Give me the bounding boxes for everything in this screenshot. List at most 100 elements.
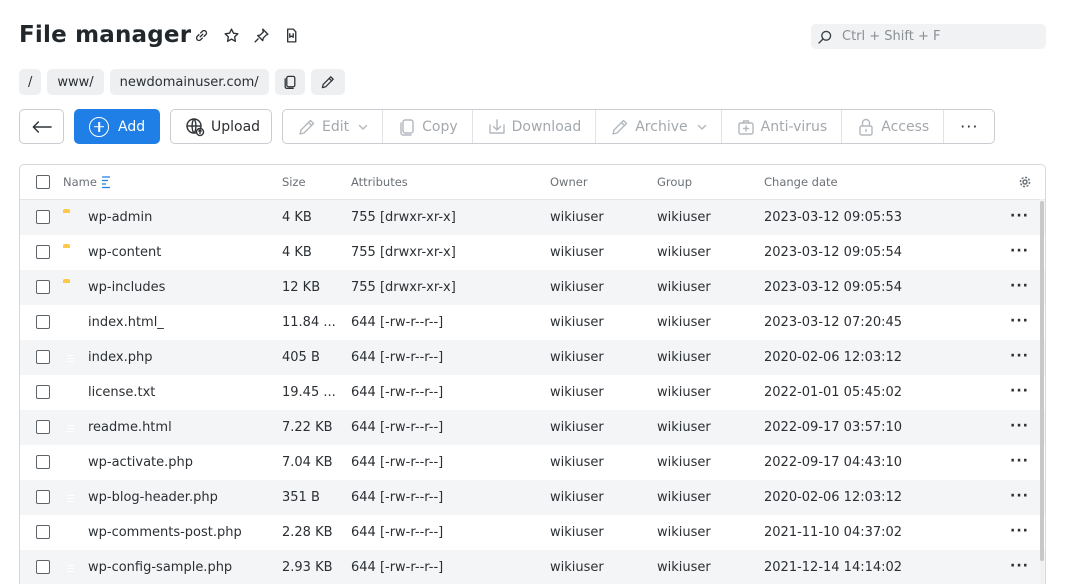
file-name[interactable]: wp-blog-header.php [88,490,218,505]
file-icon [63,561,79,575]
file-attributes[interactable]: 644 [-rw-r--r--] [351,455,443,470]
search-input[interactable] [842,29,1032,44]
row-checkbox[interactable] [36,245,50,259]
upload-button[interactable]: Upload [170,109,272,144]
back-button[interactable] [19,109,64,144]
table-row[interactable]: wp-config-sample.php 2.93 KB 644 [-rw-r--r… [20,550,1045,584]
file-name[interactable]: wp-content [88,245,161,260]
column-header-date[interactable]: Change date [764,175,838,189]
edit-button[interactable]: Edit [283,110,384,143]
row-checkbox[interactable] [36,315,50,329]
row-menu-button[interactable]: ··· [1010,454,1029,468]
row-menu-button[interactable]: ··· [1010,244,1029,258]
file-group: wikiuser [657,420,711,435]
file-attributes[interactable]: 644 [-rw-r--r--] [351,315,443,330]
table-row[interactable]: wp-admin 4 KB 755 [drwxr-xr-x] wikiuser wiki… [20,200,1045,235]
breadcrumb-item-domain[interactable]: newdomainuser.com/ [109,69,269,95]
pin-icon[interactable] [252,26,271,45]
file-attributes[interactable]: 755 [drwxr-xr-x] [351,245,456,260]
more-actions-button[interactable]: ··· [944,110,994,143]
file-attributes[interactable]: 755 [drwxr-xr-x] [351,280,456,295]
table-row[interactable]: readme.html 7.22 KB 644 [-rw-r--r--] wikius… [20,410,1045,445]
row-menu-button[interactable]: ··· [1010,419,1029,433]
file-name[interactable]: wp-config-sample.php [88,560,232,575]
row-checkbox[interactable] [36,455,50,469]
column-header-size[interactable]: Size [282,175,306,189]
sort-icon[interactable] [100,175,112,189]
row-menu-button[interactable]: ··· [1010,489,1029,503]
copy-path-button[interactable] [274,69,305,95]
file-icon [63,491,79,505]
search-box[interactable] [811,24,1046,49]
table-row[interactable]: wp-activate.php 7.04 KB 644 [-rw-r--r--] wi… [20,445,1045,480]
gear-icon[interactable] [1019,176,1031,188]
pencil-icon [299,119,315,135]
file-name[interactable]: wp-comments-post.php [88,525,242,540]
file-name[interactable]: index.html_ [88,315,164,330]
breadcrumb-item-root[interactable]: / [19,69,42,95]
add-button[interactable]: Add [74,109,160,144]
row-menu-button[interactable]: ··· [1010,559,1029,573]
link-icon[interactable] [192,26,211,45]
archive-button[interactable]: Archive [596,110,722,143]
file-name[interactable]: index.php [88,350,152,365]
table-row[interactable]: license.txt 19.45 ... 644 [-rw-r--r--] wiki… [20,375,1045,410]
column-header-owner[interactable]: Owner [550,175,588,189]
file-attributes[interactable]: 644 [-rw-r--r--] [351,350,443,365]
file-owner: wikiuser [550,245,604,260]
row-menu-button[interactable]: ··· [1010,209,1029,223]
edit-path-button[interactable] [310,69,345,95]
row-menu-button[interactable]: ··· [1010,349,1029,363]
chevron-down-icon [697,124,706,130]
column-header-name[interactable]: Name [63,175,112,189]
row-menu-button[interactable]: ··· [1010,524,1029,538]
pencil-icon [321,76,334,89]
file-attributes[interactable]: 644 [-rw-r--r--] [351,420,443,435]
row-menu-button[interactable]: ··· [1010,279,1029,293]
row-checkbox[interactable] [36,210,50,224]
file-name[interactable]: readme.html [88,420,172,435]
copy-button[interactable]: Copy [383,110,473,143]
row-checkbox[interactable] [36,420,50,434]
download-button[interactable]: Download [473,110,597,143]
breadcrumb-item-www[interactable]: www/ [47,69,104,95]
file-name[interactable]: license.txt [88,385,155,400]
row-checkbox[interactable] [36,280,50,294]
title-actions [192,26,301,45]
file-attributes[interactable]: 644 [-rw-r--r--] [351,385,443,400]
star-icon[interactable] [222,26,241,45]
file-attributes[interactable]: 644 [-rw-r--r--] [351,560,443,575]
bookmark-icon[interactable] [282,26,301,45]
row-menu-button[interactable]: ··· [1010,384,1029,398]
row-checkbox[interactable] [36,560,50,574]
plus-circle-icon [89,116,109,137]
column-header-attributes[interactable]: Attributes [351,175,408,189]
row-checkbox[interactable] [36,385,50,399]
folder-icon [63,211,79,225]
select-all-checkbox[interactable] [36,175,50,189]
row-checkbox[interactable] [36,490,50,504]
scrollbar[interactable] [1040,199,1044,584]
file-attributes[interactable]: 755 [drwxr-xr-x] [351,210,456,225]
file-attributes[interactable]: 644 [-rw-r--r--] [351,490,443,505]
file-size: 12 KB [282,280,321,295]
access-button[interactable]: Access [842,110,945,143]
file-name[interactable]: wp-includes [88,280,165,295]
row-checkbox[interactable] [36,350,50,364]
file-name[interactable]: wp-activate.php [88,455,193,470]
table-row[interactable]: wp-blog-header.php 351 B 644 [-rw-r--r--] w… [20,480,1045,515]
table-row[interactable]: index.php 405 B 644 [-rw-r--r--] wikiuser wi… [20,340,1045,375]
table-row[interactable]: wp-comments-post.php 2.28 KB 644 [-rw-r--r… [20,515,1045,550]
table-row[interactable]: wp-includes 12 KB 755 [drwxr-xr-x] wikiuser… [20,270,1045,305]
file-name[interactable]: wp-admin [88,210,152,225]
antivirus-button[interactable]: Anti-virus [722,110,843,143]
file-attributes[interactable]: 644 [-rw-r--r--] [351,525,443,540]
table-row[interactable]: wp-content 4 KB 755 [drwxr-xr-x] wikiuser wi… [20,235,1045,270]
column-header-group[interactable]: Group [657,175,692,189]
row-checkbox[interactable] [36,525,50,539]
scrollbar-thumb[interactable] [1040,201,1044,561]
row-menu-button[interactable]: ··· [1010,314,1029,328]
table-row[interactable]: index.html_ 11.84 ... 644 [-rw-r--r--] wiki… [20,305,1045,340]
file-size: 2.28 KB [282,525,333,540]
copy-button-label: Copy [422,118,458,135]
